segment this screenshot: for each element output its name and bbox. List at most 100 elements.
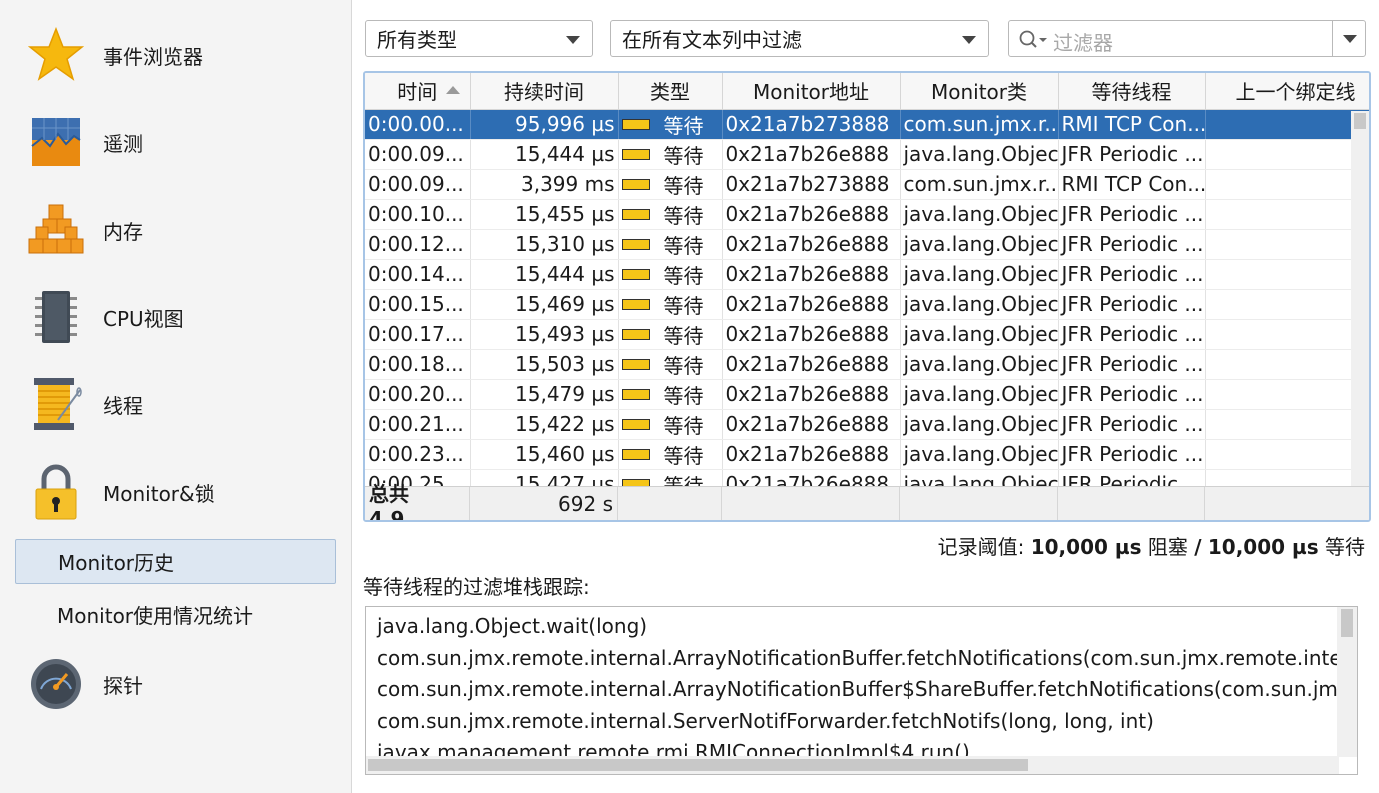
column-header-monitor-class[interactable]: Monitor类 (900, 73, 1059, 110)
cell-time: 0:00.09... (365, 139, 471, 170)
type-cell-content: 等待 (621, 260, 719, 289)
table-row[interactable]: 0:00.10... 15,455 µs 等待 0x21a7b26e888 java.l… (365, 199, 1369, 230)
table-row[interactable]: 0:00.12... 15,310 µs 等待 0x21a7b26e888 java.l… (365, 229, 1369, 260)
cell-time: 0:00.09... (365, 169, 471, 200)
cell-monitor-address: 0x21a7b26e888 (722, 319, 901, 350)
nav-event-browser[interactable]: 事件浏览器 (0, 17, 352, 93)
cell-duration: 15,469 µs (470, 289, 619, 320)
column-header-label: 时间 (397, 80, 438, 105)
totals-cell (1058, 487, 1205, 520)
type-label: 等待 (663, 353, 704, 378)
scrollbar-thumb[interactable] (1354, 113, 1366, 129)
type-cell-content: 等待 (621, 170, 719, 199)
cell-monitor-class: java.lang.Object (900, 379, 1059, 410)
type-filter-select[interactable]: 所有类型 (365, 20, 593, 57)
cell-waiting-thread: JFR Periodic ... (1058, 409, 1206, 440)
cell-monitor-address: 0x21a7b273888 (722, 109, 901, 140)
table-row[interactable]: 0:00.00... 95,996 µs 等待 0x21a7b273888 com.su… (365, 109, 1369, 140)
type-label: 等待 (663, 143, 704, 168)
stack-frame[interactable]: com.sun.jmx.remote.internal.ServerNotifF… (377, 709, 1154, 733)
nav-cpu-views[interactable]: CPU视图 (0, 279, 352, 355)
type-label: 等待 (663, 113, 704, 138)
nav-monitor-history[interactable]: Monitor历史 (15, 539, 336, 584)
cell-time: 0:00.00... (365, 109, 471, 140)
type-cell-content: 等待 (621, 380, 719, 409)
stack-vertical-scrollbar[interactable] (1337, 607, 1357, 757)
totals-cell (722, 487, 900, 520)
nav-label: 线程 (103, 393, 143, 418)
search-icon (1019, 30, 1047, 48)
table-row[interactable]: 0:00.23... 15,460 µs 等待 0x21a7b26e888 java.l… (365, 439, 1369, 470)
nav-memory[interactable]: 内存 (0, 192, 352, 268)
table-row[interactable]: 0:00.09... 3,399 ms 等待 0x21a7b273888 com.sun… (365, 169, 1369, 200)
cell-last-owner-thread (1205, 289, 1369, 320)
nav-probes[interactable]: 探针 (0, 646, 352, 722)
cell-duration: 15,444 µs (470, 259, 619, 290)
cell-waiting-thread: JFR Periodic ... (1058, 349, 1206, 380)
cell-waiting-thread: RMI TCP Con... (1058, 109, 1206, 140)
column-header-type[interactable]: 类型 (618, 73, 723, 110)
nav-label: 遥测 (103, 131, 143, 156)
wait-marker-icon (621, 238, 650, 250)
stack-frame[interactable]: java.lang.Object.wait(long) (377, 614, 647, 638)
cell-waiting-thread: RMI TCP Con... (1058, 169, 1206, 200)
nav-telemetry[interactable]: 遥测 (0, 104, 352, 180)
type-cell-content: 等待 (621, 290, 719, 319)
threshold-wait-label: 等待 (1325, 535, 1365, 559)
nav-monitor-usage-statistics[interactable]: Monitor使用情况统计 (15, 592, 336, 637)
scrollbar-thumb[interactable] (368, 759, 1028, 771)
table-row[interactable]: 0:00.14... 15,444 µs 等待 0x21a7b26e888 java.l… (365, 259, 1369, 290)
table-row[interactable]: 0:00.21... 15,422 µs 等待 0x21a7b26e888 java.l… (365, 409, 1369, 440)
stack-frame[interactable]: com.sun.jmx.remote.internal.ArrayNotific… (377, 646, 1357, 670)
cell-type: 等待 (618, 109, 723, 140)
table-row[interactable]: 0:00.09... 15,444 µs 等待 0x21a7b26e888 java.l… (365, 139, 1369, 170)
chevron-down-icon (1343, 35, 1357, 43)
table-row[interactable]: 0:00.15... 15,469 µs 等待 0x21a7b26e888 java.l… (365, 289, 1369, 320)
chevron-down-icon (566, 36, 580, 44)
column-filter-value: 在所有文本列中过滤 (622, 28, 802, 52)
cell-time: 0:00.20... (365, 379, 471, 410)
cell-time: 0:00.17... (365, 319, 471, 350)
stack-horizontal-scrollbar[interactable] (366, 756, 1339, 774)
cell-duration: 15,460 µs (470, 439, 619, 470)
cell-last-owner-thread (1205, 409, 1369, 440)
type-label: 等待 (663, 383, 704, 408)
stack-frame[interactable]: com.sun.jmx.remote.internal.ArrayNotific… (377, 677, 1357, 701)
column-header-monitor-address[interactable]: Monitor地址 (722, 73, 901, 110)
table-vertical-scrollbar[interactable] (1351, 111, 1369, 486)
cell-last-owner-thread (1205, 319, 1369, 350)
cell-duration: 15,444 µs (470, 139, 619, 170)
type-cell-content: 等待 (621, 230, 719, 259)
search-placeholder: 过滤器 (1053, 31, 1113, 55)
table-row[interactable]: 0:00.17... 15,493 µs 等待 0x21a7b26e888 java.l… (365, 319, 1369, 350)
cell-type: 等待 (618, 139, 723, 170)
cell-time: 0:00.15... (365, 289, 471, 320)
stack-trace-view[interactable]: java.lang.Object.wait(long) com.sun.jmx.r… (365, 606, 1358, 775)
nav-monitors-locks[interactable]: Monitor&锁 (0, 454, 352, 530)
nav-threads[interactable]: 线程 (0, 366, 352, 442)
column-filter-select[interactable]: 在所有文本列中过滤 (610, 20, 989, 57)
cell-duration: 95,996 µs (470, 109, 619, 140)
cell-type: 等待 (618, 379, 723, 410)
cell-last-owner-thread (1205, 259, 1369, 290)
cell-last-owner-thread (1205, 349, 1369, 380)
cell-waiting-thread: JFR Periodic ... (1058, 319, 1206, 350)
lock-icon (27, 463, 85, 521)
cell-time: 0:00.10... (365, 199, 471, 230)
column-header-waiting-thread[interactable]: 等待线程 (1058, 73, 1206, 110)
cell-last-owner-thread (1205, 199, 1369, 230)
column-header-time[interactable]: 时间 (365, 73, 471, 110)
search-history-button[interactable] (1332, 21, 1365, 56)
type-label: 等待 (663, 413, 704, 438)
cell-time: 0:00.21... (365, 409, 471, 440)
column-header-last-owner-thread[interactable]: 上一个绑定线 (1205, 73, 1369, 110)
table-row[interactable]: 0:00.20... 15,479 µs 等待 0x21a7b26e888 java.l… (365, 379, 1369, 410)
scrollbar-thumb[interactable] (1341, 609, 1353, 637)
column-header-duration[interactable]: 持续时间 (470, 73, 619, 110)
filter-search-input[interactable]: 过滤器 (1008, 20, 1366, 57)
sidebar: 事件浏览器 遥测 内存 CPU视图 线程 Monitor&锁 Monitor历史… (0, 0, 352, 793)
cell-last-owner-thread (1205, 109, 1369, 140)
table-row[interactable]: 0:00.18... 15,503 µs 等待 0x21a7b26e888 java.l… (365, 349, 1369, 380)
type-filter-value: 所有类型 (377, 28, 457, 52)
type-cell-content: 等待 (621, 200, 719, 229)
